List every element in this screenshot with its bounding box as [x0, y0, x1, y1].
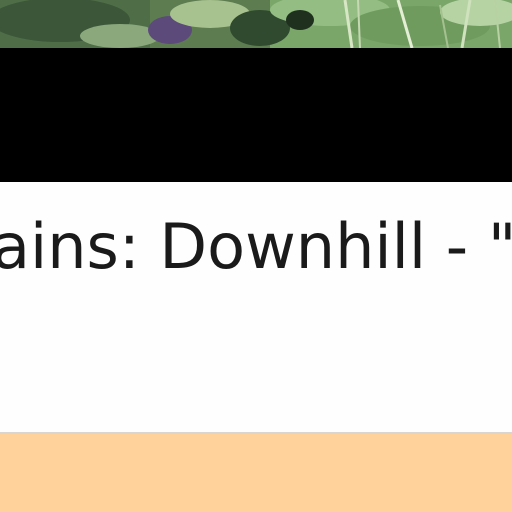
- header-photo: [0, 0, 512, 48]
- page-title: ains: Downhill - "El: [0, 210, 512, 283]
- black-banner: [0, 48, 512, 182]
- footer-band: [0, 434, 512, 512]
- title-panel: ains: Downhill - "El: [0, 182, 512, 432]
- foliage-image: [0, 0, 512, 48]
- page: ains: Downhill - "El: [0, 0, 512, 512]
